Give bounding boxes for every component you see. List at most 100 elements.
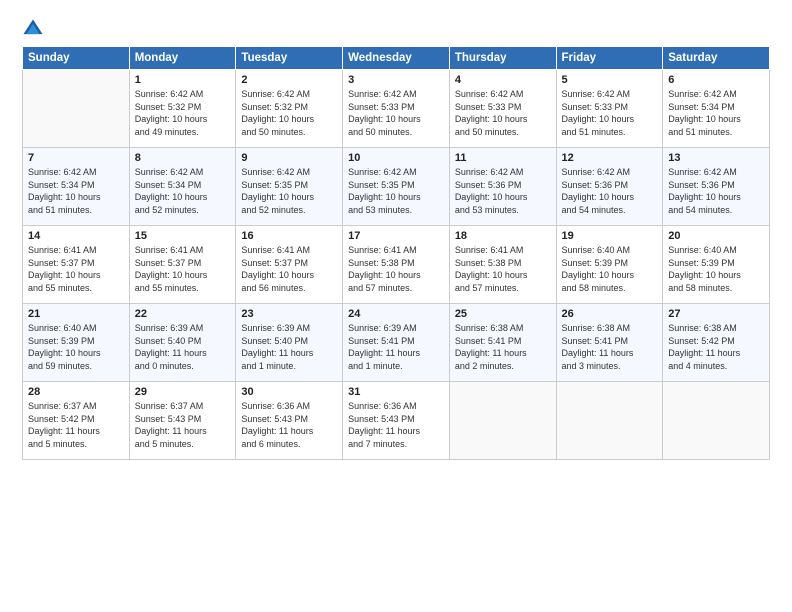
day-number: 1: [135, 74, 231, 86]
cell-info: Sunrise: 6:38 AM Sunset: 5:41 PM Dayligh…: [562, 322, 658, 372]
cell-info: Sunrise: 6:38 AM Sunset: 5:42 PM Dayligh…: [668, 322, 764, 372]
cell-info: Sunrise: 6:42 AM Sunset: 5:34 PM Dayligh…: [135, 166, 231, 216]
calendar-cell: 31 Sunrise: 6:36 AM Sunset: 5:43 PM Dayli…: [343, 382, 450, 460]
week-row-0: 1 Sunrise: 6:42 AM Sunset: 5:32 PM Daylig…: [23, 70, 770, 148]
day-number: 13: [668, 152, 764, 164]
day-number: 10: [348, 152, 444, 164]
day-number: 7: [28, 152, 124, 164]
day-number: 18: [455, 230, 551, 242]
calendar-cell: [556, 382, 663, 460]
calendar-cell: 10Sunrise: 6:42 AM Sunset: 5:35 PM Dayli…: [343, 148, 450, 226]
cell-info: Sunrise: 6:36 AM Sunset: 5:43 PM Dayligh…: [348, 400, 444, 450]
calendar-header-row: SundayMondayTuesdayWednesdayThursdayFrid…: [23, 47, 770, 70]
calendar-cell: 17 Sunrise: 6:41 AM Sunset: 5:38 PM Dayli…: [343, 226, 450, 304]
calendar-cell: 24Sunrise: 6:39 AM Sunset: 5:41 PM Dayli…: [343, 304, 450, 382]
calendar-cell: 3 Sunrise: 6:42 AM Sunset: 5:33 PM Daylig…: [343, 70, 450, 148]
day-number: 27: [668, 308, 764, 320]
cell-info: Sunrise: 6:42 AM Sunset: 5:33 PM Dayligh…: [455, 88, 551, 138]
cell-info: Sunrise: 6:41 AM Sunset: 5:38 PM Dayligh…: [348, 244, 444, 294]
calendar-cell: 7 Sunrise: 6:42 AM Sunset: 5:34 PM Daylig…: [23, 148, 130, 226]
calendar-cell: 14Sunrise: 6:41 AM Sunset: 5:37 PM Dayli…: [23, 226, 130, 304]
day-number: 11: [455, 152, 551, 164]
cell-info: Sunrise: 6:40 AM Sunset: 5:39 PM Dayligh…: [562, 244, 658, 294]
cell-info: Sunrise: 6:42 AM Sunset: 5:35 PM Dayligh…: [241, 166, 337, 216]
week-row-3: 21 Sunrise: 6:40 AM Sunset: 5:39 PM Dayli…: [23, 304, 770, 382]
day-number: 26: [562, 308, 658, 320]
calendar-cell: 22 Sunrise: 6:39 AM Sunset: 5:40 PM Dayli…: [129, 304, 236, 382]
calendar-cell: 23 Sunrise: 6:39 AM Sunset: 5:40 PM Dayli…: [236, 304, 343, 382]
cell-info: Sunrise: 6:41 AM Sunset: 5:37 PM Dayligh…: [241, 244, 337, 294]
day-number: 19: [562, 230, 658, 242]
calendar-cell: 6Sunrise: 6:42 AM Sunset: 5:34 PM Daylig…: [663, 70, 770, 148]
page-container: SundayMondayTuesdayWednesdayThursdayFrid…: [0, 0, 792, 474]
cell-info: Sunrise: 6:42 AM Sunset: 5:32 PM Dayligh…: [241, 88, 337, 138]
logo-icon: [22, 18, 44, 40]
cell-info: Sunrise: 6:36 AM Sunset: 5:43 PM Dayligh…: [241, 400, 337, 450]
day-number: 29: [135, 386, 231, 398]
cell-info: Sunrise: 6:39 AM Sunset: 5:40 PM Dayligh…: [241, 322, 337, 372]
day-number: 17: [348, 230, 444, 242]
calendar-cell: 11Sunrise: 6:42 AM Sunset: 5:36 PM Dayli…: [449, 148, 556, 226]
header-cell-friday: Friday: [556, 47, 663, 70]
header-cell-sunday: Sunday: [23, 47, 130, 70]
calendar-cell: 16 Sunrise: 6:41 AM Sunset: 5:37 PM Dayli…: [236, 226, 343, 304]
day-number: 8: [135, 152, 231, 164]
day-number: 2: [241, 74, 337, 86]
calendar-cell: 18 Sunrise: 6:41 AM Sunset: 5:38 PM Dayli…: [449, 226, 556, 304]
day-number: 23: [241, 308, 337, 320]
header: [22, 18, 770, 40]
cell-info: Sunrise: 6:42 AM Sunset: 5:33 PM Dayligh…: [562, 88, 658, 138]
cell-info: Sunrise: 6:37 AM Sunset: 5:43 PM Dayligh…: [135, 400, 231, 450]
calendar-cell: 29 Sunrise: 6:37 AM Sunset: 5:43 PM Dayli…: [129, 382, 236, 460]
cell-info: Sunrise: 6:41 AM Sunset: 5:37 PM Dayligh…: [135, 244, 231, 294]
cell-info: Sunrise: 6:42 AM Sunset: 5:36 PM Dayligh…: [562, 166, 658, 216]
calendar-cell: 2 Sunrise: 6:42 AM Sunset: 5:32 PM Daylig…: [236, 70, 343, 148]
calendar-cell: 5 Sunrise: 6:42 AM Sunset: 5:33 PM Daylig…: [556, 70, 663, 148]
cell-info: Sunrise: 6:37 AM Sunset: 5:42 PM Dayligh…: [28, 400, 124, 450]
cell-info: Sunrise: 6:41 AM Sunset: 5:38 PM Dayligh…: [455, 244, 551, 294]
cell-info: Sunrise: 6:40 AM Sunset: 5:39 PM Dayligh…: [668, 244, 764, 294]
cell-info: Sunrise: 6:39 AM Sunset: 5:40 PM Dayligh…: [135, 322, 231, 372]
calendar-cell: 4Sunrise: 6:42 AM Sunset: 5:33 PM Daylig…: [449, 70, 556, 148]
day-number: 12: [562, 152, 658, 164]
header-cell-saturday: Saturday: [663, 47, 770, 70]
day-number: 5: [562, 74, 658, 86]
cell-info: Sunrise: 6:42 AM Sunset: 5:33 PM Dayligh…: [348, 88, 444, 138]
cell-info: Sunrise: 6:41 AM Sunset: 5:37 PM Dayligh…: [28, 244, 124, 294]
week-row-4: 28Sunrise: 6:37 AM Sunset: 5:42 PM Dayli…: [23, 382, 770, 460]
calendar-cell: 25 Sunrise: 6:38 AM Sunset: 5:41 PM Dayli…: [449, 304, 556, 382]
calendar-cell: [23, 70, 130, 148]
cell-info: Sunrise: 6:39 AM Sunset: 5:41 PM Dayligh…: [348, 322, 444, 372]
day-number: 31: [348, 386, 444, 398]
header-cell-tuesday: Tuesday: [236, 47, 343, 70]
calendar-cell: [449, 382, 556, 460]
cell-info: Sunrise: 6:40 AM Sunset: 5:39 PM Dayligh…: [28, 322, 124, 372]
calendar-cell: 8 Sunrise: 6:42 AM Sunset: 5:34 PM Daylig…: [129, 148, 236, 226]
calendar-cell: 13Sunrise: 6:42 AM Sunset: 5:36 PM Dayli…: [663, 148, 770, 226]
calendar-cell: [663, 382, 770, 460]
day-number: 16: [241, 230, 337, 242]
week-row-1: 7 Sunrise: 6:42 AM Sunset: 5:34 PM Daylig…: [23, 148, 770, 226]
day-number: 15: [135, 230, 231, 242]
calendar-cell: 28Sunrise: 6:37 AM Sunset: 5:42 PM Dayli…: [23, 382, 130, 460]
calendar-cell: 26 Sunrise: 6:38 AM Sunset: 5:41 PM Dayli…: [556, 304, 663, 382]
day-number: 6: [668, 74, 764, 86]
day-number: 30: [241, 386, 337, 398]
cell-info: Sunrise: 6:42 AM Sunset: 5:32 PM Dayligh…: [135, 88, 231, 138]
cell-info: Sunrise: 6:42 AM Sunset: 5:34 PM Dayligh…: [28, 166, 124, 216]
day-number: 20: [668, 230, 764, 242]
week-row-2: 14Sunrise: 6:41 AM Sunset: 5:37 PM Dayli…: [23, 226, 770, 304]
calendar-cell: 20 Sunrise: 6:40 AM Sunset: 5:39 PM Dayli…: [663, 226, 770, 304]
calendar-cell: 21 Sunrise: 6:40 AM Sunset: 5:39 PM Dayli…: [23, 304, 130, 382]
calendar-table: SundayMondayTuesdayWednesdayThursdayFrid…: [22, 46, 770, 460]
cell-info: Sunrise: 6:38 AM Sunset: 5:41 PM Dayligh…: [455, 322, 551, 372]
day-number: 22: [135, 308, 231, 320]
calendar-cell: 19 Sunrise: 6:40 AM Sunset: 5:39 PM Dayli…: [556, 226, 663, 304]
logo: [22, 18, 48, 40]
day-number: 25: [455, 308, 551, 320]
header-cell-thursday: Thursday: [449, 47, 556, 70]
day-number: 3: [348, 74, 444, 86]
day-number: 21: [28, 308, 124, 320]
calendar-cell: 27 Sunrise: 6:38 AM Sunset: 5:42 PM Dayli…: [663, 304, 770, 382]
calendar-cell: 12 Sunrise: 6:42 AM Sunset: 5:36 PM Dayli…: [556, 148, 663, 226]
